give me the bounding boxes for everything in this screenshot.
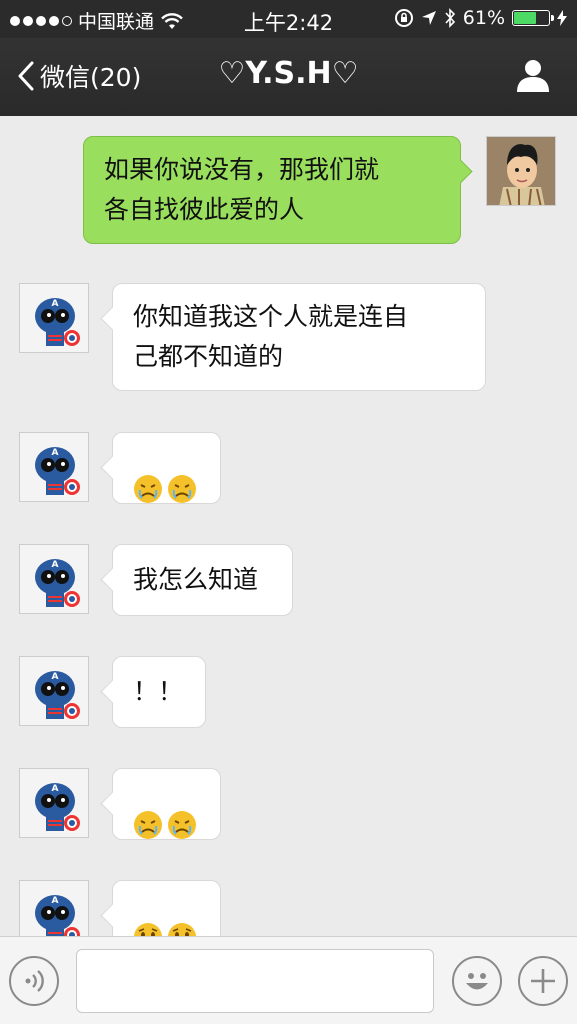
svg-text:A: A xyxy=(52,896,59,906)
battery-percent: 61% xyxy=(462,7,505,29)
captain-america-avatar-icon: A xyxy=(35,671,80,719)
location-icon xyxy=(421,11,436,25)
message-text: 如果你说没有，那我们就 各自找彼此爱的人 xyxy=(104,155,380,224)
message-bubble-incoming[interactable]: 你知道我这个人就是连自 己都不知道的 xyxy=(112,283,486,391)
svg-text:A: A xyxy=(52,672,59,682)
user-avatar-icon xyxy=(487,137,555,205)
svg-text:A: A xyxy=(52,299,59,309)
message-bubble-incoming[interactable]: 我怎么知道 xyxy=(112,544,293,616)
captain-america-avatar-icon: A xyxy=(35,895,80,936)
message-bubble-incoming[interactable] xyxy=(112,768,221,840)
captain-america-avatar-icon: A xyxy=(35,783,80,831)
message-input[interactable] xyxy=(76,949,434,1013)
sad-face-emoji-icon xyxy=(168,923,196,936)
captain-america-avatar-icon: A xyxy=(35,447,80,495)
avatar-contact[interactable]: A xyxy=(19,283,89,353)
message-bubble-incoming[interactable] xyxy=(112,432,221,504)
avatar-contact[interactable]: A xyxy=(19,880,89,936)
avatar-contact[interactable]: A xyxy=(19,656,89,726)
message-text: 我怎么知道 xyxy=(133,565,259,594)
avatar-contact[interactable]: A xyxy=(19,544,89,614)
emoji-picker-button[interactable] xyxy=(452,956,502,1006)
plus-icon xyxy=(531,969,555,993)
battery-icon xyxy=(512,10,554,26)
svg-text:A: A xyxy=(52,448,59,458)
message-bubble-outgoing[interactable]: 如果你说没有，那我们就 各自找彼此爱的人 xyxy=(83,136,461,244)
bluetooth-icon xyxy=(445,8,455,28)
avatar-self[interactable] xyxy=(486,136,556,206)
crying-face-emoji-icon xyxy=(168,475,196,503)
smiley-icon xyxy=(466,973,488,990)
message-text: 你知道我这个人就是连自 己都不知道的 xyxy=(133,302,409,371)
chat-title: ♡Y.S.H♡ xyxy=(218,56,359,91)
person-icon xyxy=(517,60,549,92)
emoji-row xyxy=(133,388,200,548)
emoji-row xyxy=(133,836,200,936)
voice-input-button[interactable] xyxy=(9,956,59,1006)
svg-text:A: A xyxy=(52,784,59,794)
voice-icon xyxy=(25,970,44,992)
status-right: 61% xyxy=(394,7,567,29)
avatar-contact[interactable]: A xyxy=(19,432,89,502)
rotation-lock-icon xyxy=(394,9,413,27)
avatar-contact[interactable]: A xyxy=(19,768,89,838)
svg-text:A: A xyxy=(52,560,59,570)
crying-face-emoji-icon xyxy=(134,475,162,503)
status-bar: 中国联通 上午2:42 61% xyxy=(0,0,577,38)
input-bar xyxy=(0,936,577,1024)
nav-bar: 微信(20) ♡Y.S.H♡ xyxy=(0,38,577,116)
message-bubble-incoming[interactable] xyxy=(112,880,221,936)
captain-america-avatar-icon: A xyxy=(35,298,80,346)
message-bubble-incoming[interactable]: ！！ xyxy=(112,656,206,728)
chat-history[interactable]: 如果你说没有，那我们就 各自找彼此爱的人 A 你知道我这个人就是连自 己都不知道… xyxy=(0,116,577,936)
charging-icon xyxy=(557,10,567,26)
more-options-button[interactable] xyxy=(518,956,568,1006)
chat-info-button[interactable] xyxy=(515,58,551,96)
message-text: ！！ xyxy=(133,677,184,706)
sad-face-emoji-icon xyxy=(134,923,162,936)
captain-america-avatar-icon: A xyxy=(35,559,80,607)
